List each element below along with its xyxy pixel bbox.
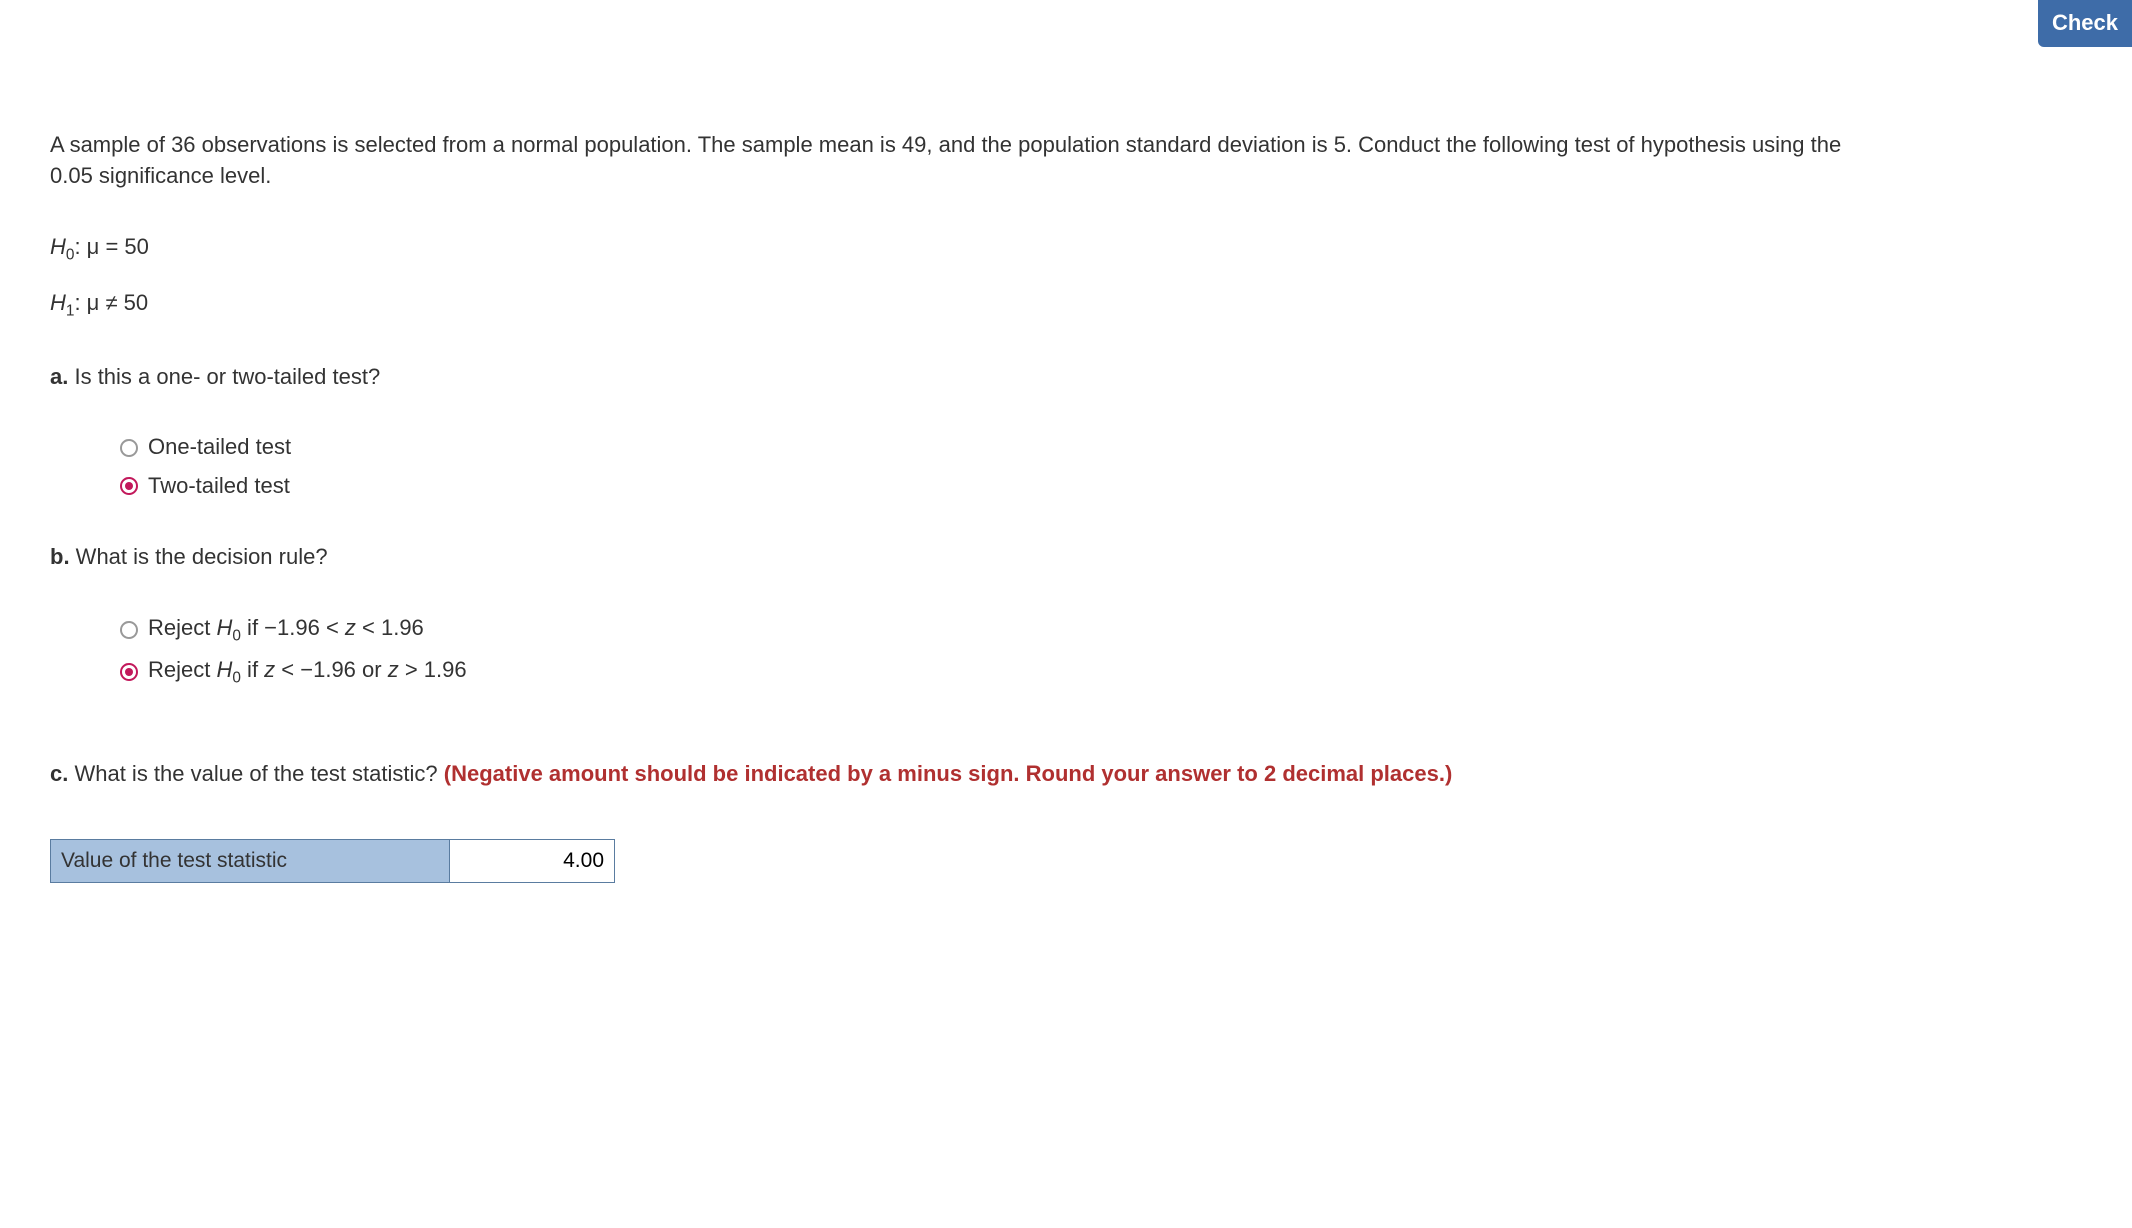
option-two-tailed[interactable]: Two-tailed test	[120, 471, 1850, 502]
problem-statement: A sample of 36 observations is selected …	[50, 130, 1850, 192]
radio-icon	[120, 663, 138, 681]
option-label: One-tailed test	[148, 432, 291, 463]
part-c-question: c. What is the value of the test statist…	[50, 759, 1850, 790]
question-content: A sample of 36 observations is selected …	[0, 0, 1900, 883]
test-statistic-input[interactable]	[450, 840, 614, 881]
answer-label-cell: Value of the test statistic	[51, 840, 450, 881]
null-hypothesis: H0: μ = 50	[50, 232, 1850, 266]
alternative-hypothesis: H1: μ ≠ 50	[50, 288, 1850, 322]
radio-icon	[120, 439, 138, 457]
instruction-text: (Negative amount should be indicated by …	[444, 761, 1453, 786]
check-button[interactable]: Check	[2038, 0, 2132, 47]
option-label: Reject H0 if z < −1.96 or z > 1.96	[148, 655, 467, 689]
part-b-options: Reject H0 if −1.96 < z < 1.96 Reject H0 …	[120, 613, 1850, 689]
answer-table: Value of the test statistic	[50, 839, 615, 882]
option-label: Reject H0 if −1.96 < z < 1.96	[148, 613, 424, 647]
option-decision-rule-1[interactable]: Reject H0 if −1.96 < z < 1.96	[120, 613, 1850, 647]
option-decision-rule-2[interactable]: Reject H0 if z < −1.96 or z > 1.96	[120, 655, 1850, 689]
radio-icon	[120, 477, 138, 495]
part-b-question: b. What is the decision rule?	[50, 542, 1850, 573]
radio-icon	[120, 621, 138, 639]
option-label: Two-tailed test	[148, 471, 290, 502]
part-a-options: One-tailed test Two-tailed test	[120, 432, 1850, 502]
part-a-question: a. Is this a one- or two-tailed test?	[50, 362, 1850, 393]
option-one-tailed[interactable]: One-tailed test	[120, 432, 1850, 463]
